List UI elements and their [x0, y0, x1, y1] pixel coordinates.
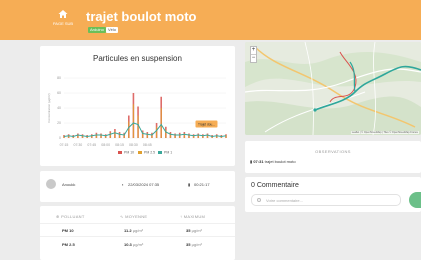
row-1-moyenne: 11.2 µg/m³ — [124, 228, 144, 233]
col-header-polluant: ⊕ POLLUANT — [56, 214, 85, 219]
particles-chart: 0 20 40 60 80 Concentration (µg/m³) 07:15 07:30… — [47, 76, 227, 155]
row-divider — [40, 223, 235, 224]
calendar-icon: ▪ — [122, 182, 124, 187]
row-2-maximum: 35 µg/m³ — [186, 242, 202, 247]
y-tick-label: 0 — [59, 136, 61, 140]
observation-time: 07:31 — [253, 159, 264, 164]
tag-velo[interactable]: Vélo — [106, 27, 119, 33]
y-tick-label: 40 — [57, 106, 61, 110]
comment-icon — [257, 198, 261, 202]
row-2-moyenne: 10.3 µg/m³ — [124, 242, 144, 247]
map-tiles — [245, 42, 421, 135]
page: PAGE SUB trajet boulot moto Arduino Vélo… — [0, 0, 421, 260]
comment-input[interactable]: Votre commentaire... — [251, 194, 401, 206]
comment-placeholder: Votre commentaire... — [266, 198, 303, 203]
observation-text: trajet boulot moto — [264, 159, 296, 164]
meta-card: Anoukk ▪ 22/03/2024 07:35 ▮ 00:21:17 — [40, 171, 235, 202]
x-tick-label: 07:30 — [74, 143, 83, 147]
home-icon — [58, 10, 68, 18]
col-header-moyenne: ∿ MOYENNE — [120, 214, 148, 219]
row-1-polluant: PM 10 — [62, 228, 74, 233]
home-button[interactable]: PAGE SUB — [50, 9, 76, 26]
x-tick-label: 07:15 — [60, 143, 69, 147]
x-tick-label: 08:00 — [101, 143, 110, 147]
legend-swatch — [118, 151, 122, 154]
map-attribution[interactable]: Leaflet | © OpenStreetMap | Tiles © Open… — [350, 131, 419, 134]
x-tick-label: 08:15 — [115, 143, 124, 147]
y-tick-label: 60 — [57, 91, 61, 95]
pollutant-table: ⊕ POLLUANT ∿ MOYENNE ↑ MAXIMUM PM 10 11.… — [40, 206, 235, 260]
observation-item[interactable]: ▮ 07:31 trajet boulot moto — [250, 159, 296, 164]
clock-icon: ▮ — [188, 182, 191, 187]
observations-header: OBSERVATIONS — [315, 149, 351, 154]
avatar — [46, 179, 56, 189]
y-tick-label: 80 — [57, 76, 61, 80]
home-label: PAGE SUB — [52, 21, 74, 26]
legend-label: PM 2.5 — [144, 151, 155, 155]
observations-card: OBSERVATIONS ▮ 07:31 trajet boulot moto — [245, 141, 421, 173]
chart-tooltip-text: Trajet dou... — [198, 123, 215, 127]
trip-date: 22/03/2024 07:35 — [128, 182, 160, 187]
row-divider — [40, 236, 235, 237]
col-header-maximum: ↑ MAXIMUM — [180, 214, 206, 219]
app-header: PAGE SUB trajet boulot moto Arduino Vélo — [0, 0, 421, 40]
zoom-in-button[interactable]: + — [251, 47, 256, 54]
chart-card: Particules en suspension 0 20 40 60 80 Concen… — [40, 46, 235, 166]
map[interactable]: + − Leaflet | © OpenStreetMap | Tiles © … — [245, 42, 421, 135]
legend-label: PM 10 — [124, 151, 134, 155]
row-2-polluant: PM 2.5 — [62, 242, 75, 247]
tag-arduino[interactable]: Arduino — [88, 27, 106, 33]
trip-duration: 00:21:17 — [194, 182, 210, 187]
x-tick-label: 08:30 — [129, 143, 138, 147]
comments-card: 0 Commentaire Votre commentaire... — [245, 177, 421, 212]
send-comment-button[interactable] — [409, 192, 421, 208]
row-1-maximum: 35 µg/m³ — [186, 228, 202, 233]
author-name: Anoukk — [62, 182, 76, 187]
zoom-controls: + − — [250, 46, 257, 63]
legend-swatch — [158, 151, 162, 154]
x-tick-label: 08:45 — [143, 143, 152, 147]
x-tick-label: 07:45 — [87, 143, 96, 147]
page-title: trajet boulot moto — [86, 9, 197, 24]
legend-swatch — [138, 151, 142, 154]
y-axis-label: Concentration (µg/m³) — [47, 93, 51, 122]
legend-label: PM 1 — [164, 151, 172, 155]
comments-title: 0 Commentaire — [251, 182, 299, 189]
y-tick-label: 20 — [57, 121, 61, 125]
zoom-out-button[interactable]: − — [251, 54, 256, 62]
